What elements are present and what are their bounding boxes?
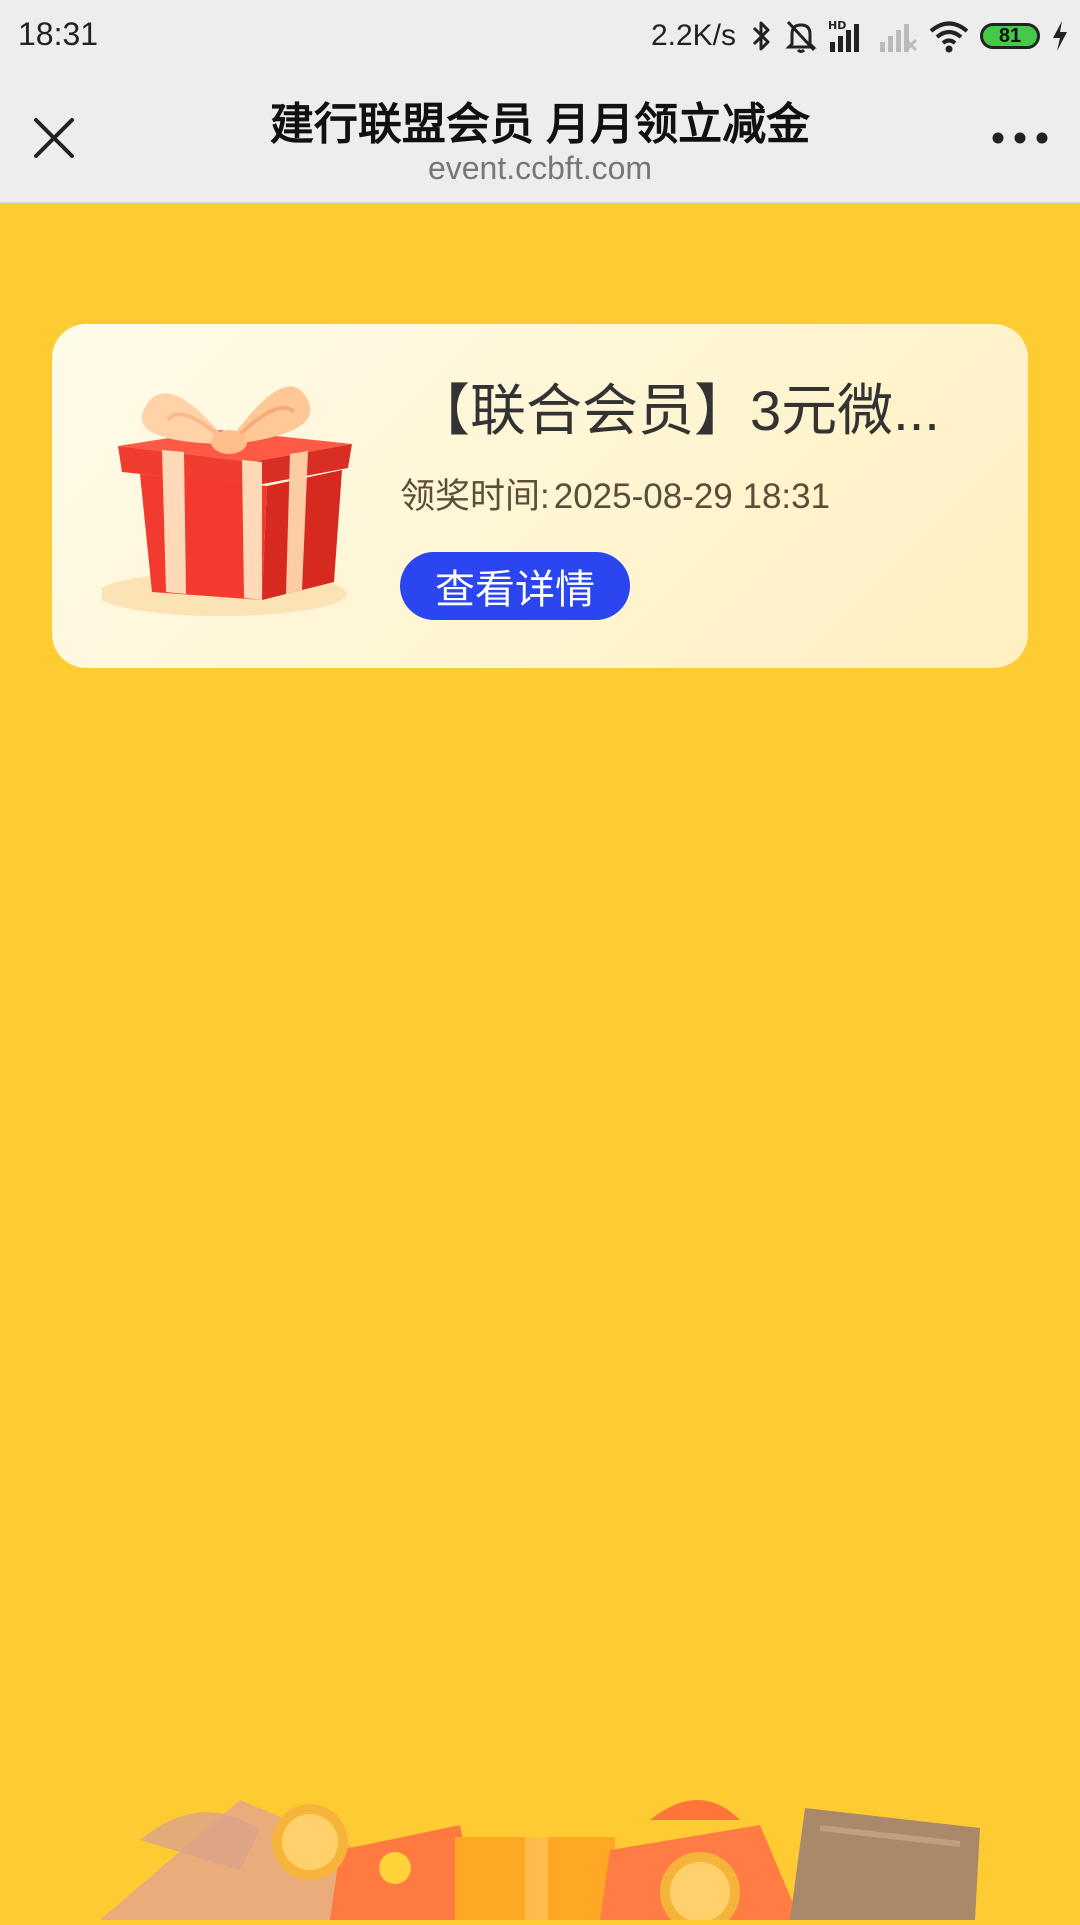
signal-hd-icon: HD [828,18,868,54]
status-icons: 2.2K/s HD 81 [651,14,1070,58]
bluetooth-icon [750,18,774,54]
prize-title: 【联合会员】3元微... [414,379,940,442]
page-url: event.ccbft.com [427,150,653,186]
bottom-gifts-illustration [0,1780,1080,1925]
battery-icon: 81 [980,23,1040,49]
prize-time: 领奖时间: 2025-08-29 18:31 [400,468,830,519]
prize-time-value: 2025-08-29 18:31 [553,477,831,516]
status-time: 18:31 [18,16,99,52]
mute-bell-icon [784,18,818,54]
signal-weak-icon [878,18,918,54]
page-title: 建行联盟会员 月月领立减金 [269,100,811,149]
hd-label: HD [828,19,846,32]
nav-bar: 建行联盟会员 月月领立减金 event.ccbft.com [0,72,1080,203]
status-bar: 18:31 2.2K/s HD 81 [0,0,1080,72]
wifi-icon [928,18,970,54]
prize-card: 【联合会员】3元微... 领奖时间: 2025-08-29 18:31 查看详情 [52,324,1028,668]
view-details-button[interactable]: 查看详情 [400,552,630,620]
prize-time-label: 领奖时间: [400,477,550,516]
gift-box-icon [97,362,362,642]
network-speed: 2.2K/s [650,19,736,52]
more-icon[interactable] [988,120,1052,156]
close-icon[interactable] [28,112,80,164]
charging-icon [1050,18,1070,54]
